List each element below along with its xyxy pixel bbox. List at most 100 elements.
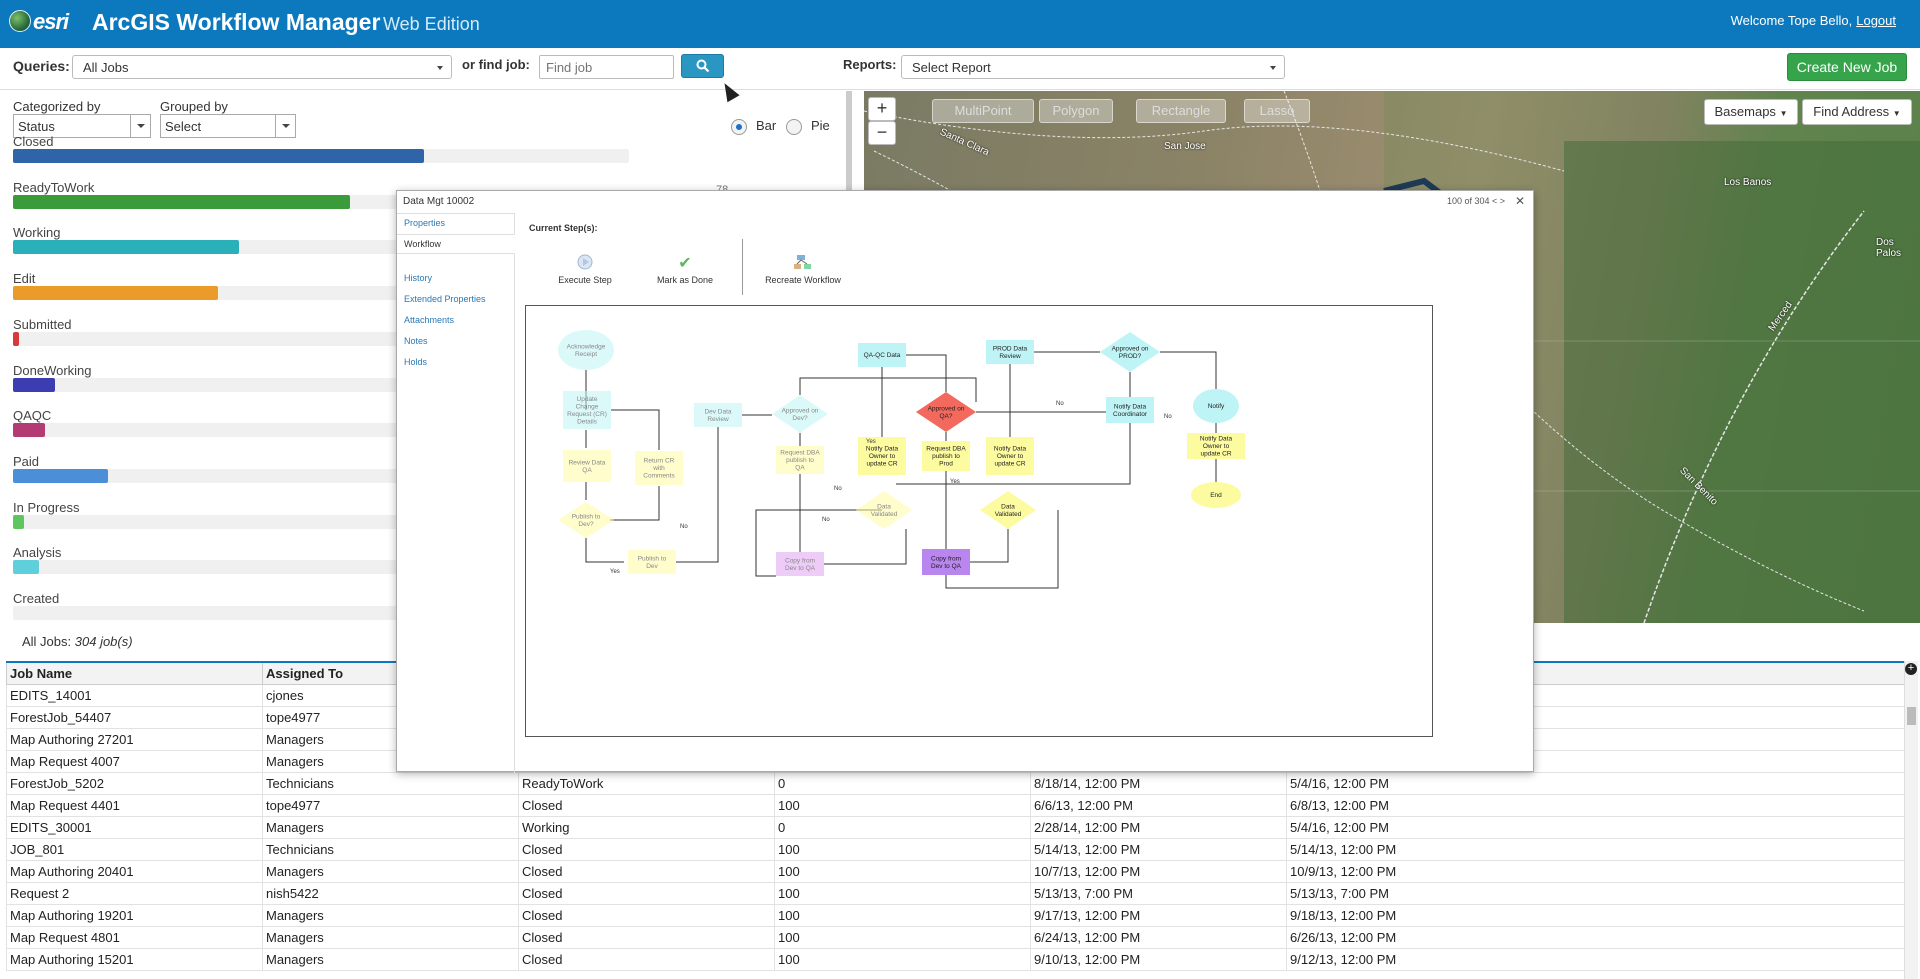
sidebar-item-attachments[interactable]: Attachments bbox=[404, 315, 454, 325]
lasso-tool-button[interactable]: Lasso bbox=[1244, 99, 1310, 123]
job-pager[interactable]: 100 of 304 < > bbox=[1447, 196, 1505, 206]
table-cell: Closed bbox=[518, 861, 774, 883]
table-row[interactable]: Map Authoring 15201 Managers Closed 100 9/10… bbox=[6, 949, 1904, 971]
workflow-step-label: QA-QC Data bbox=[864, 352, 901, 359]
table-row[interactable]: Request 2 nish5422 Closed 100 5/13/13, 7:00 … bbox=[6, 883, 1904, 905]
workflow-connector bbox=[585, 538, 624, 563]
table-cell: 0 bbox=[774, 773, 1030, 795]
table-row[interactable]: ForestJob_5202 Technicians ReadyToWork 0 8/1… bbox=[6, 773, 1904, 795]
multipoint-tool-button[interactable]: MultiPoint bbox=[932, 99, 1034, 123]
workflow-connector bbox=[824, 529, 907, 565]
table-cell: 10/9/13, 12:00 PM bbox=[1286, 861, 1904, 883]
table-cell: Working bbox=[518, 817, 774, 839]
workflow-diagram[interactable]: Acknowledge Receipt Update Change Request (C… bbox=[525, 305, 1433, 737]
pie-label: Pie bbox=[811, 118, 830, 133]
bar-edit[interactable] bbox=[13, 286, 219, 301]
bar-readytowork[interactable] bbox=[13, 194, 350, 209]
execute-step-label: Execute Step bbox=[558, 275, 612, 285]
bar-doneworking[interactable] bbox=[13, 377, 56, 392]
bar-closed[interactable] bbox=[13, 149, 424, 163]
mark-as-done-button[interactable]: ✔ Mark as Done bbox=[647, 253, 723, 285]
rectangle-tool-button[interactable]: Rectangle bbox=[1136, 99, 1226, 123]
polygon-tool-button[interactable]: Polygon bbox=[1039, 99, 1113, 123]
table-cell: ReadyToWork bbox=[518, 773, 774, 795]
create-new-job-button[interactable]: Create New Job bbox=[1787, 53, 1907, 81]
queries-select[interactable]: All Jobs bbox=[72, 55, 452, 79]
table-row[interactable]: JOB_801 Technicians Closed 100 5/14/13, 12:0… bbox=[6, 839, 1904, 861]
zoom-in-button[interactable]: + bbox=[868, 97, 896, 121]
welcome-label: Welcome Tope Bello, bbox=[1730, 13, 1853, 28]
table-cell: Closed bbox=[518, 839, 774, 861]
tab-properties[interactable]: Properties bbox=[397, 213, 515, 233]
edge-label: No bbox=[822, 517, 830, 523]
column-chooser-icon[interactable]: + bbox=[1905, 663, 1917, 675]
sidebar-item-extended-properties[interactable]: Extended Properties bbox=[404, 294, 486, 304]
table-row[interactable]: Map Request 4801 Managers Closed 100 6/24/13… bbox=[6, 927, 1904, 949]
logout-link[interactable]: Logout bbox=[1856, 13, 1896, 28]
grouped-by-value: Select bbox=[165, 119, 202, 134]
app-title: ArcGIS Workflow Manager bbox=[92, 9, 381, 35]
bar-analysis[interactable] bbox=[13, 560, 40, 575]
workflow-connector bbox=[611, 409, 660, 450]
table-cell: 9/17/13, 12:00 PM bbox=[1030, 905, 1286, 927]
table-cell: Closed bbox=[518, 927, 774, 949]
chevron-down-icon bbox=[437, 66, 443, 70]
bar-row[interactable]: Closed bbox=[13, 134, 633, 170]
bar-radio[interactable] bbox=[731, 119, 747, 135]
edge-label: No bbox=[1056, 401, 1064, 407]
sidebar-item-history[interactable]: History bbox=[404, 273, 432, 283]
table-row[interactable]: EDITS_30001 Managers Working 0 2/28/14, 12:0… bbox=[6, 817, 1904, 839]
table-scrollbar[interactable] bbox=[1904, 661, 1918, 979]
dialog-title: Data Mgt 10002 bbox=[403, 196, 475, 207]
table-cell: 2/28/14, 12:00 PM bbox=[1030, 817, 1286, 839]
workflow-connector bbox=[970, 529, 1009, 563]
table-cell: tope4977 bbox=[262, 795, 518, 817]
zoom-out-button[interactable]: − bbox=[868, 121, 896, 145]
table-cell: 100 bbox=[774, 861, 1030, 883]
recreate-workflow-label: Recreate Workflow bbox=[765, 275, 841, 285]
recreate-workflow-button[interactable]: Recreate Workflow bbox=[755, 253, 851, 285]
table-cell: Technicians bbox=[262, 773, 518, 795]
edge-label: No bbox=[1164, 414, 1172, 420]
search-button[interactable] bbox=[681, 54, 724, 78]
basemaps-button[interactable]: Basemaps ▼ bbox=[1704, 99, 1798, 125]
find-job-input[interactable] bbox=[539, 55, 674, 79]
table-row[interactable]: Map Authoring 19201 Managers Closed 100 9/17… bbox=[6, 905, 1904, 927]
table-cell: 10/7/13, 12:00 PM bbox=[1030, 861, 1286, 883]
esri-logo: esri bbox=[33, 9, 69, 34]
table-row[interactable]: Map Authoring 20401 Managers Closed 100 10/7… bbox=[6, 861, 1904, 883]
sidebar-item-holds[interactable]: Holds bbox=[404, 357, 427, 367]
checkmark-icon: ✔ bbox=[678, 255, 692, 272]
bar-in-progress[interactable] bbox=[13, 514, 24, 529]
bar-working[interactable] bbox=[13, 240, 240, 255]
map-label: San Jose bbox=[1164, 141, 1206, 152]
bar-submitted[interactable] bbox=[13, 331, 19, 346]
table-cell: 5/14/13, 12:00 PM bbox=[1286, 839, 1904, 861]
column-header[interactable]: Job Name bbox=[6, 663, 262, 685]
workflow-step-label: Notify bbox=[1208, 403, 1225, 410]
workflow-connector bbox=[676, 427, 719, 563]
edge-label: Yes bbox=[610, 569, 620, 575]
execute-step-button[interactable]: Execute Step bbox=[549, 253, 621, 285]
panel-scrollbar[interactable] bbox=[846, 91, 852, 191]
toolbar: Queries: All Jobs or find job: Reports: … bbox=[0, 48, 1920, 90]
bar-qaqc[interactable] bbox=[13, 423, 45, 438]
tab-workflow[interactable]: Workflow bbox=[397, 234, 515, 254]
scrollbar-thumb[interactable] bbox=[1907, 707, 1916, 725]
search-icon bbox=[696, 59, 709, 73]
job-details-dialog: Data Mgt 10002 100 of 304 < > ✕ Properti… bbox=[396, 190, 1534, 773]
map-label: Dos Palos bbox=[1876, 237, 1902, 259]
sidebar-item-notes[interactable]: Notes bbox=[404, 336, 428, 346]
bar-paid[interactable] bbox=[13, 468, 108, 483]
workflow-step-label: Notify Data Owner to update CR bbox=[866, 446, 899, 468]
workflow-graph: Acknowledge ReceiptUpdate Change Request (C… bbox=[558, 330, 1245, 589]
find-address-button[interactable]: Find Address ▼ bbox=[1802, 99, 1912, 125]
reports-select[interactable]: Select Report bbox=[901, 55, 1285, 79]
close-icon[interactable]: ✕ bbox=[1515, 194, 1525, 208]
pie-radio[interactable] bbox=[786, 119, 802, 135]
table-row[interactable]: Map Request 4401 tope4977 Closed 100 6/6/13,… bbox=[6, 795, 1904, 817]
dialog-sidebar: Properties Workflow History Extended Pro… bbox=[397, 213, 515, 773]
categorized-by-value: Status bbox=[18, 119, 55, 134]
table-cell: 8/18/14, 12:00 PM bbox=[1030, 773, 1286, 795]
toolbar-divider bbox=[742, 239, 743, 295]
